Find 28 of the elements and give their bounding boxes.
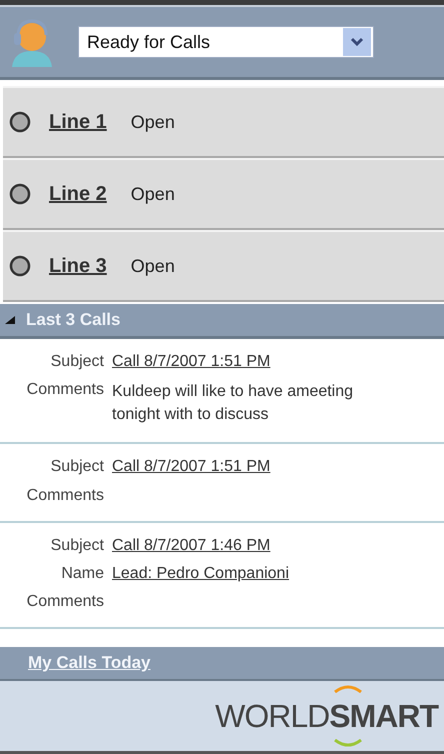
record-link[interactable]: Call 8/7/2007 1:51 PM [112,353,270,372]
line-status: Open [130,256,175,276]
arc-icon [333,739,364,749]
field-label: Comments [26,486,104,505]
field-label: Subject [50,353,104,371]
brand-logo: WORLDSMART [215,698,438,734]
radio-circle-icon[interactable] [9,183,31,205]
radio-circle-icon[interactable] [9,111,31,133]
record-link[interactable]: Call 8/7/2007 1:46 PM [112,536,270,555]
comment-text: Kuldeep will like to have ameeting tonight with to discuss [112,382,354,425]
line-link[interactable]: Line 3 [49,254,107,278]
arc-icon [333,683,364,693]
line-link[interactable]: Line 1 [49,110,107,134]
field-label: Subject [50,458,104,476]
record-link[interactable]: Lead: Pedro Companioni [112,564,290,584]
chevron-down-icon[interactable] [343,28,371,56]
field-label: Subject [50,536,104,555]
line-status: Open [130,112,175,132]
field-label: Comments [26,381,104,400]
line-status: Open [130,184,175,204]
section-title: Last 3 Calls [26,310,120,330]
field-label: Comments [26,593,104,612]
radio-circle-icon[interactable] [9,255,31,277]
record-link[interactable]: Call 8/7/2007 1:51 PM [112,458,270,477]
line-link[interactable]: Line 2 [49,182,107,206]
field-label: Name [60,564,104,583]
collapse-triangle-icon[interactable] [4,315,16,325]
status-dropdown[interactable]: Ready for Calls [78,26,374,58]
